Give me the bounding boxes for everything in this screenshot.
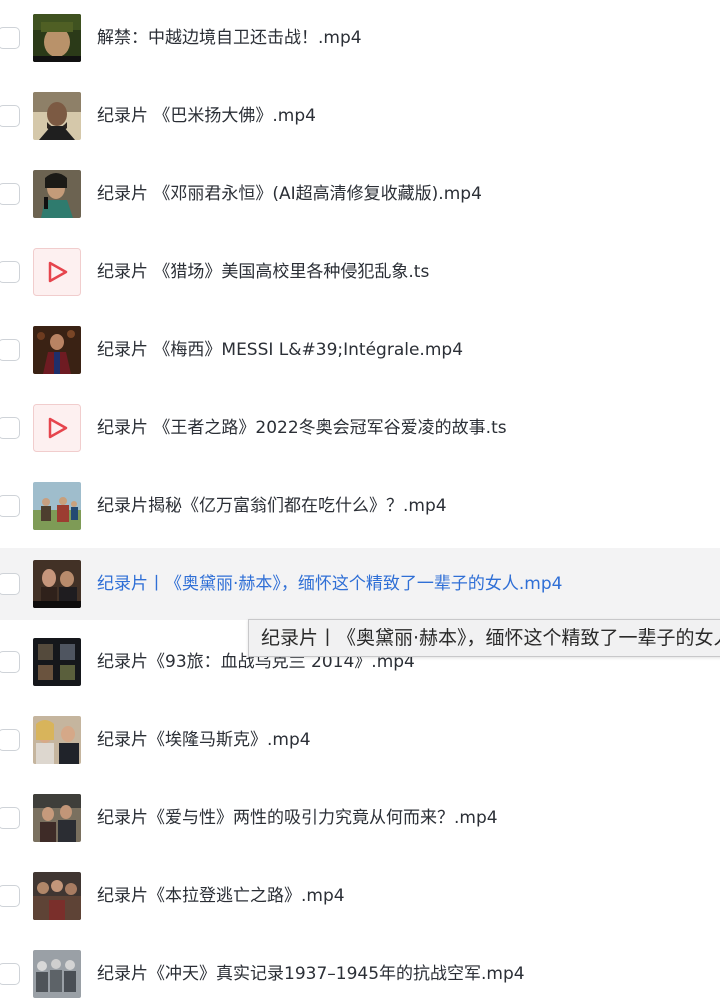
file-row[interactable]: 纪录片 《梅西》MESSI L&#39;Intégrale.mp4 bbox=[0, 314, 720, 386]
video-thumbnail-people-outdoors bbox=[33, 482, 81, 530]
file-name[interactable]: 纪录片 《邓丽君永恒》(AI超高清修复收藏版).mp4 bbox=[97, 182, 482, 206]
file-row[interactable]: 纪录片 《邓丽君永恒》(AI超高清修复收藏版).mp4 bbox=[0, 158, 720, 230]
file-name[interactable]: 纪录片《本拉登逃亡之路》.mp4 bbox=[97, 884, 345, 908]
file-name[interactable]: 纪录片 《王者之路》2022冬奥会冠军谷爱凌的故事.ts bbox=[97, 416, 507, 440]
file-row[interactable]: 纪录片 《猎场》美国高校里各种侵犯乱象.ts bbox=[0, 236, 720, 308]
file-row[interactable]: 解禁：中越边境自卫还击战！.mp4 bbox=[0, 2, 720, 74]
file-name[interactable]: 纪录片《冲天》真实记录1937–1945年的抗战空军.mp4 bbox=[97, 962, 525, 986]
select-checkbox[interactable] bbox=[0, 963, 20, 985]
ts-file-play-icon bbox=[33, 248, 81, 296]
file-row[interactable]: 纪录片《埃隆马斯克》.mp4 bbox=[0, 704, 720, 776]
video-thumbnail-couple-scene bbox=[33, 794, 81, 842]
select-checkbox[interactable] bbox=[0, 573, 20, 595]
select-checkbox[interactable] bbox=[0, 27, 20, 49]
file-name[interactable]: 纪录片丨《奥黛丽·赫本》，缅怀这个精致了一辈子的女人.mp4 bbox=[97, 572, 562, 596]
ts-file-play-icon bbox=[33, 404, 81, 452]
file-row[interactable]: 纪录片《爱与性》两性的吸引力究竟从何而来？.mp4 bbox=[0, 782, 720, 854]
file-row[interactable]: 纪录片揭秘《亿万富翁们都在吃什么》？.mp4 bbox=[0, 470, 720, 542]
file-name[interactable]: 纪录片揭秘《亿万富翁们都在吃什么》？.mp4 bbox=[97, 494, 447, 518]
file-name[interactable]: 纪录片《爱与性》两性的吸引力究竟从何而来？.mp4 bbox=[97, 806, 498, 830]
select-checkbox[interactable] bbox=[0, 105, 20, 127]
file-name[interactable]: 纪录片 《猎场》美国高校里各种侵犯乱象.ts bbox=[97, 260, 429, 284]
video-thumbnail-poster-collage bbox=[33, 638, 81, 686]
select-checkbox[interactable] bbox=[0, 183, 20, 205]
file-name[interactable]: 解禁：中越边境自卫还击战！.mp4 bbox=[97, 26, 362, 50]
video-thumbnail-singer-microphone bbox=[33, 170, 81, 218]
select-checkbox[interactable] bbox=[0, 729, 20, 751]
video-thumbnail-bearded-man bbox=[33, 92, 81, 140]
file-list: 解禁：中越边境自卫还击战！.mp4 纪录片 《巴米扬大佛》.mp4 纪录片 《邓… bbox=[0, 0, 720, 1000]
select-checkbox[interactable] bbox=[0, 417, 20, 439]
select-checkbox[interactable] bbox=[0, 339, 20, 361]
file-name[interactable]: 纪录片 《梅西》MESSI L&#39;Intégrale.mp4 bbox=[97, 338, 463, 362]
file-row-hovered[interactable]: 纪录片丨《奥黛丽·赫本》，缅怀这个精致了一辈子的女人.mp4 bbox=[0, 548, 720, 620]
file-row[interactable]: 纪录片 《巴米扬大佛》.mp4 bbox=[0, 80, 720, 152]
filename-tooltip: 纪录片丨《奥黛丽·赫本》，缅怀这个精致了一辈子的女人.mp4 bbox=[248, 619, 720, 657]
file-row[interactable]: 纪录片《本拉登逃亡之路》.mp4 bbox=[0, 860, 720, 932]
file-name[interactable]: 纪录片 《巴米扬大佛》.mp4 bbox=[97, 104, 316, 128]
select-checkbox[interactable] bbox=[0, 261, 20, 283]
video-thumbnail-film-scene bbox=[33, 560, 81, 608]
file-row[interactable]: 纪录片 《王者之路》2022冬奥会冠军谷爱凌的故事.ts bbox=[0, 392, 720, 464]
video-thumbnail-football-player bbox=[33, 326, 81, 374]
file-name[interactable]: 纪录片《埃隆马斯克》.mp4 bbox=[97, 728, 311, 752]
video-thumbnail-crowd-scene bbox=[33, 872, 81, 920]
select-checkbox[interactable] bbox=[0, 651, 20, 673]
video-thumbnail-interview-scene bbox=[33, 716, 81, 764]
select-checkbox[interactable] bbox=[0, 495, 20, 517]
video-thumbnail-black-white-group bbox=[33, 950, 81, 998]
file-row[interactable]: 纪录片《冲天》真实记录1937–1945年的抗战空军.mp4 bbox=[0, 938, 720, 1000]
select-checkbox[interactable] bbox=[0, 885, 20, 907]
select-checkbox[interactable] bbox=[0, 807, 20, 829]
video-thumbnail-soldier-portrait bbox=[33, 14, 81, 62]
